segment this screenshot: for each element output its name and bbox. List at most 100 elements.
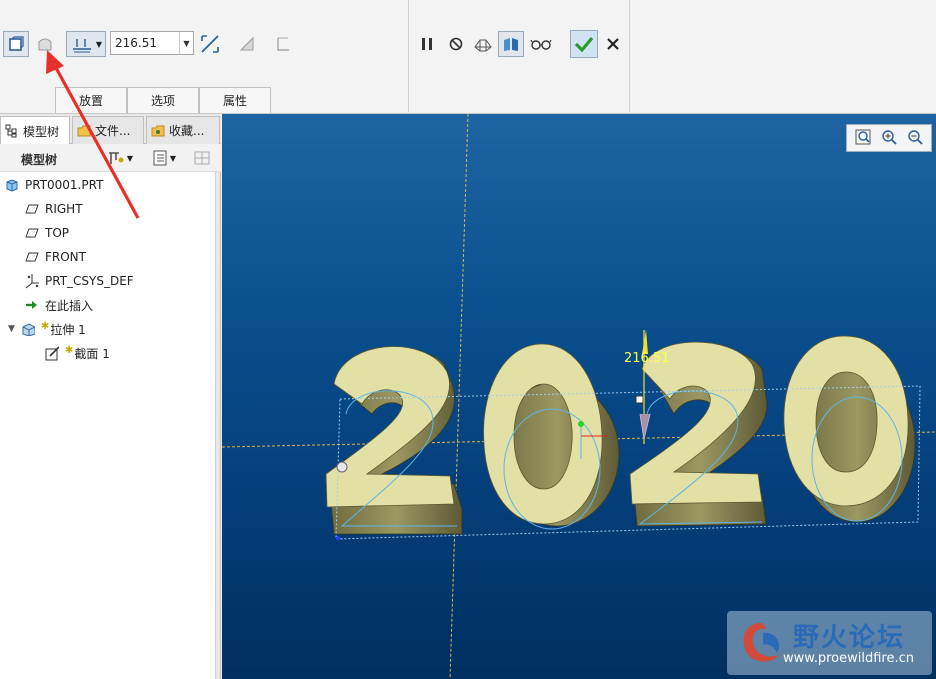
tree-filter-button[interactable] xyxy=(190,146,214,170)
tree-node-csys[interactable]: PRT_CSYS_DEF xyxy=(25,270,134,292)
pause-button[interactable] xyxy=(414,31,440,57)
chevron-down-icon: ▼ xyxy=(126,153,134,163)
extrude-surface-button[interactable] xyxy=(32,31,58,57)
remove-material-icon xyxy=(239,36,254,51)
settings-menu-button[interactable]: ▼ xyxy=(102,146,138,170)
no-preview-button[interactable] xyxy=(443,31,469,57)
tree-node-extrude[interactable]: ▼ ✱ 拉伸 1 xyxy=(8,318,86,340)
datum-plane-icon xyxy=(25,250,39,264)
creo-window: ▼ 216.51 ▼ 放置 选项 属性 模型树 文件... 收藏... 模型树 … xyxy=(0,0,936,679)
separator xyxy=(408,0,409,112)
remove-material-button[interactable] xyxy=(234,31,260,57)
flip-arrows-icon xyxy=(201,35,219,53)
chevron-down-icon[interactable]: ▼ xyxy=(179,32,193,54)
extrude-icon xyxy=(21,322,35,336)
check-icon xyxy=(574,36,594,53)
tab-label: 收藏... xyxy=(169,124,205,138)
tree-node-top[interactable]: TOP xyxy=(25,222,69,244)
folder-icon xyxy=(77,125,91,136)
model-3d-view xyxy=(222,114,936,679)
tree-node-label: 在此插入 xyxy=(45,298,94,313)
tree-scrollbar[interactable] xyxy=(215,172,220,679)
tab-favorites[interactable]: 收藏... xyxy=(146,116,220,144)
datum-plane-icon xyxy=(25,226,39,240)
depth-value-text: 216.51 xyxy=(115,36,157,50)
close-icon xyxy=(607,38,619,50)
zoom-out-icon[interactable] xyxy=(906,128,924,149)
tree-node-section[interactable]: ✱ 截面 1 xyxy=(45,342,110,364)
extruded-digit-1 xyxy=(325,346,463,535)
csys-icon xyxy=(25,274,39,289)
forum-logo-icon xyxy=(743,623,780,662)
extruded-digit-3 xyxy=(629,341,768,527)
no-preview-icon xyxy=(449,37,463,51)
filter-grid-icon xyxy=(194,151,210,165)
model-tree-title: 模型树 xyxy=(21,153,58,167)
tree-node-right[interactable]: RIGHT xyxy=(25,198,83,220)
view-toolbar xyxy=(846,124,932,152)
depth-option-dropdown[interactable]: ▼ xyxy=(66,31,106,57)
extrude-dashboard: ▼ 216.51 ▼ 放置 选项 属性 xyxy=(0,0,936,114)
attached-preview-button[interactable] xyxy=(470,31,496,57)
refit-icon[interactable] xyxy=(854,128,872,149)
tree-node-insert-here[interactable]: 在此插入 xyxy=(25,294,93,316)
new-feature-asterisk-icon: ✱ xyxy=(40,320,50,332)
flip-direction-button[interactable] xyxy=(197,31,223,57)
tab-label: 模型树 xyxy=(23,124,60,139)
extruded-digit-2 xyxy=(483,343,620,527)
graphics-viewport[interactable]: 216.51 xyxy=(222,114,936,679)
blind-depth-icon xyxy=(72,39,91,53)
thicken-icon xyxy=(277,37,289,51)
preview-mesh-icon xyxy=(474,39,492,52)
tree-node-part[interactable]: PRT0001.PRT xyxy=(5,174,103,196)
tab-properties[interactable]: 属性 xyxy=(199,87,271,113)
new-feature-asterisk-icon: ✱ xyxy=(65,344,74,356)
tree-node-label: 截面 1 xyxy=(74,346,110,361)
tree-node-label: TOP xyxy=(45,226,70,240)
glasses-icon xyxy=(530,39,552,50)
chevron-down-icon: ▼ xyxy=(169,153,177,163)
chevron-down-icon: ▼ xyxy=(95,39,103,49)
detached-preview-button[interactable] xyxy=(498,31,524,57)
tools-icon xyxy=(108,152,124,164)
collapse-triangle-icon[interactable]: ▼ xyxy=(8,324,15,334)
tree-node-label: PRT0001.PRT xyxy=(25,178,104,192)
tree-node-label: FRONT xyxy=(45,250,86,264)
tree-node-label: RIGHT xyxy=(45,202,83,216)
preview-solid-icon xyxy=(504,38,518,51)
show-menu-button[interactable]: ▼ xyxy=(146,146,182,170)
solid-icon xyxy=(9,36,24,51)
favorites-folder-icon xyxy=(151,125,165,136)
forum-watermark: 野火论坛 www.proewildfire.cn xyxy=(727,611,932,675)
tab-placement[interactable]: 放置 xyxy=(55,87,127,113)
verify-mode-button[interactable] xyxy=(528,31,554,57)
tab-label: 放置 xyxy=(78,94,103,108)
tab-label: 属性 xyxy=(222,94,247,108)
navigator-tabs: 模型树 文件... 收藏... xyxy=(0,114,221,145)
pause-icon xyxy=(422,38,432,50)
zoom-in-icon[interactable] xyxy=(880,128,898,149)
confirm-ok-button[interactable] xyxy=(570,30,598,58)
cancel-button[interactable] xyxy=(600,31,626,57)
watermark-title: 野火论坛 xyxy=(793,623,906,653)
list-icon xyxy=(153,150,167,166)
model-tree-toolbar: 模型树 ▼ ▼ xyxy=(0,144,221,172)
tab-label: 文件... xyxy=(95,124,131,138)
datum-plane-icon xyxy=(25,202,39,216)
tab-model-tree[interactable]: 模型树 xyxy=(0,116,70,145)
tab-label: 选项 xyxy=(150,94,175,108)
insert-here-icon xyxy=(25,298,39,312)
depth-value-field[interactable]: 216.51 ▼ xyxy=(110,31,194,55)
depth-dimension-label[interactable]: 216.51 xyxy=(624,351,670,366)
tab-options[interactable]: 选项 xyxy=(127,87,199,113)
surface-icon xyxy=(38,38,52,51)
watermark-url: www.proewildfire.cn xyxy=(783,651,914,666)
navigator-panel: 模型树 文件... 收藏... 模型树 ▼ ▼ PRT0001.PRT RIGH… xyxy=(0,114,221,679)
model-tree-icon xyxy=(5,124,17,138)
tab-folder-browser[interactable]: 文件... xyxy=(72,116,144,144)
separator xyxy=(629,0,630,112)
thicken-sketch-button[interactable] xyxy=(270,31,296,57)
tree-node-front[interactable]: FRONT xyxy=(25,246,86,268)
tree-node-label: 拉伸 1 xyxy=(50,322,86,337)
extrude-solid-button[interactable] xyxy=(3,31,29,57)
